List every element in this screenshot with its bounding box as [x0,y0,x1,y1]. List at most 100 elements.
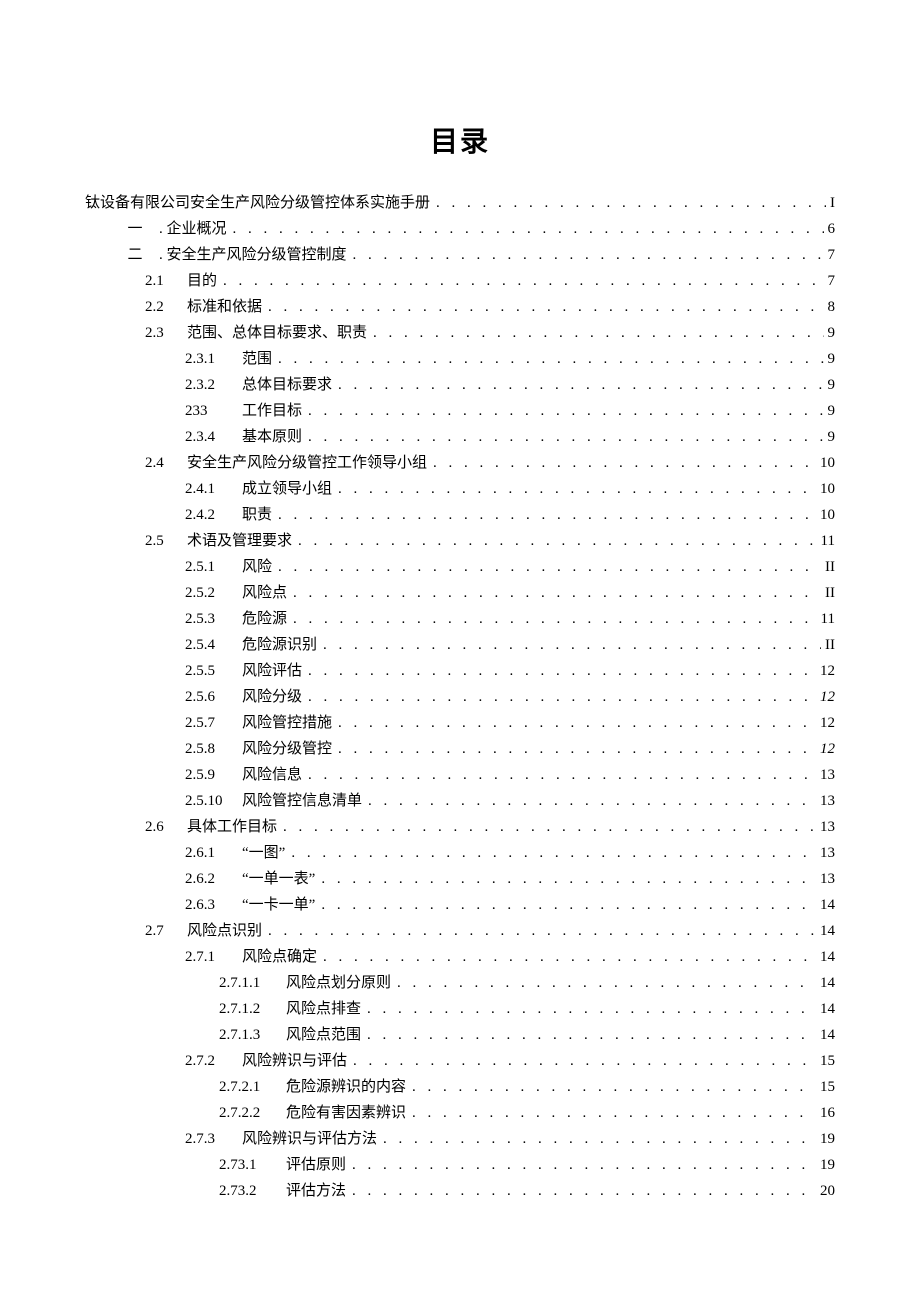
toc-entry: 2.7.3风险辨识与评估方法19 [85,1126,835,1152]
toc-entry: 2.4.1成立领导小组10 [85,476,835,502]
toc-entry-number: 2.5.7 [185,710,242,736]
toc-entry-text: 风险点 [242,580,293,606]
toc-entry-number: 2.7.2.1 [219,1074,286,1100]
toc-leader-dots [291,840,816,866]
toc-entry-page: 7 [824,242,836,268]
toc-leader-dots [353,242,824,268]
toc-entry-text: 目的 [187,268,223,294]
toc-leader-dots [308,398,823,424]
toc-entry-number: 二 [123,242,159,268]
toc-entry: 2.7.2.2危险有害因素辨识16 [85,1100,835,1126]
toc-leader-dots [338,476,816,502]
toc-entry-text: 风险辨识与评估方法 [242,1126,383,1152]
toc-entry-number: 2.6 [145,814,187,840]
toc-entry: 233工作目标9 [85,398,835,424]
toc-entry-text: 风险分级管控 [242,736,338,762]
toc-entry-page: 9 [824,320,836,346]
toc-leader-dots [308,762,816,788]
toc-entry-page: 14 [816,918,835,944]
toc-entry: 2.3.2总体目标要求9 [85,372,835,398]
toc-entry: 2.6具体工作目标13 [85,814,835,840]
toc-entry-text: 风险点确定 [242,944,323,970]
toc-entry: 2.6.1“一图”13 [85,840,835,866]
toc-entry-text: 危险源识别 [242,632,323,658]
toc-entry: 2.5.3危险源11 [85,606,835,632]
toc-entry-text: 钛设备有限公司安全生产风险分级管控体系实施手册 [85,190,436,216]
toc-entry-number: 2.5.5 [185,658,242,684]
document-page: 目录 钛设备有限公司安全生产风险分级管控体系实施手册I一. 企业概况6二. 安全… [0,0,920,1301]
toc-leader-dots [268,918,816,944]
toc-entry-text: 成立领导小组 [242,476,338,502]
toc-leader-dots [412,1100,816,1126]
toc-leader-dots [278,502,816,528]
toc-entry-page: 12 [816,684,835,710]
toc-entry-number: 2.7.2 [185,1048,242,1074]
toc-list: 钛设备有限公司安全生产风险分级管控体系实施手册I一. 企业概况6二. 安全生产风… [85,190,835,1204]
toc-entry-page: 12 [816,658,835,684]
toc-entry-number: 2.1 [145,268,187,294]
toc-entry-page: 13 [816,762,835,788]
toc-entry-number: 2.2 [145,294,187,320]
toc-entry-number: 2.5.8 [185,736,242,762]
toc-leader-dots [268,294,823,320]
toc-title: 目录 [85,120,835,160]
toc-entry-page: 13 [816,866,835,892]
toc-leader-dots [383,1126,816,1152]
toc-entry-text: 标准和依据 [187,294,268,320]
toc-entry-text: 风险辨识与评估 [242,1048,353,1074]
toc-entry-number: 2.6.1 [185,840,242,866]
toc-entry-text: 风险点范围 [286,1022,367,1048]
toc-entry-text: 风险评估 [242,658,308,684]
toc-entry-text: 评估方法 [286,1178,352,1204]
toc-leader-dots [308,658,816,684]
toc-leader-dots [338,736,816,762]
toc-entry-number: 2.4 [145,450,187,476]
toc-entry: 2.5.4危险源识别 II [85,632,835,658]
toc-entry-text: 风险点划分原则 [286,970,397,996]
toc-entry: 2.7.1.2风险点排查14 [85,996,835,1022]
toc-leader-dots [367,1022,816,1048]
toc-entry-text: 范围 [242,346,278,372]
toc-entry-text: 风险点排查 [286,996,367,1022]
toc-entry-text: 范围、总体目标要求、职责 [187,320,373,346]
toc-entry-page: II [821,632,835,658]
toc-leader-dots [352,1152,816,1178]
toc-entry-page: II [821,554,835,580]
toc-entry-text: 风险点识别 [187,918,268,944]
toc-entry-text: 职责 [242,502,278,528]
toc-entry-page: 10 [816,502,835,528]
toc-leader-dots [436,190,826,216]
toc-entry-text: “一单一表” [242,866,321,892]
toc-entry-page: 14 [816,1022,835,1048]
toc-entry-page: 6 [824,216,836,242]
toc-entry-number: 2.7.1.2 [219,996,286,1022]
toc-leader-dots [293,606,817,632]
toc-entry: 2.7.1.3风险点范围14 [85,1022,835,1048]
toc-entry-text: 基本原则 [242,424,308,450]
toc-entry-page: 10 [816,476,835,502]
toc-leader-dots [338,372,823,398]
toc-entry-page: 9 [824,346,836,372]
toc-entry: 2.73.1评估原则19 [85,1152,835,1178]
toc-entry-text: 总体目标要求 [242,372,338,398]
toc-entry-page: 12 [816,710,835,736]
toc-entry-page: 9 [824,372,836,398]
toc-leader-dots [397,970,816,996]
toc-entry-number: 2.3 [145,320,187,346]
toc-entry-number: 2.7.3 [185,1126,242,1152]
toc-entry-page: 7 [824,268,836,294]
toc-entry-page: 16 [816,1100,835,1126]
toc-leader-dots [367,996,816,1022]
toc-entry-text: 具体工作目标 [187,814,283,840]
toc-entry: 2.5.1风险II [85,554,835,580]
toc-leader-dots [278,554,821,580]
toc-entry-page: 10 [816,450,835,476]
toc-leader-dots [283,814,816,840]
toc-entry-text: 工作目标 [242,398,308,424]
toc-entry-number: 2.5 [145,528,187,554]
toc-entry-text: 危险源 [242,606,293,632]
toc-entry-page: 9 [824,398,836,424]
toc-entry-number: 2.5.1 [185,554,242,580]
toc-entry: 2.5.6风险分级12 [85,684,835,710]
toc-entry-number: 2.5.4 [185,632,242,658]
